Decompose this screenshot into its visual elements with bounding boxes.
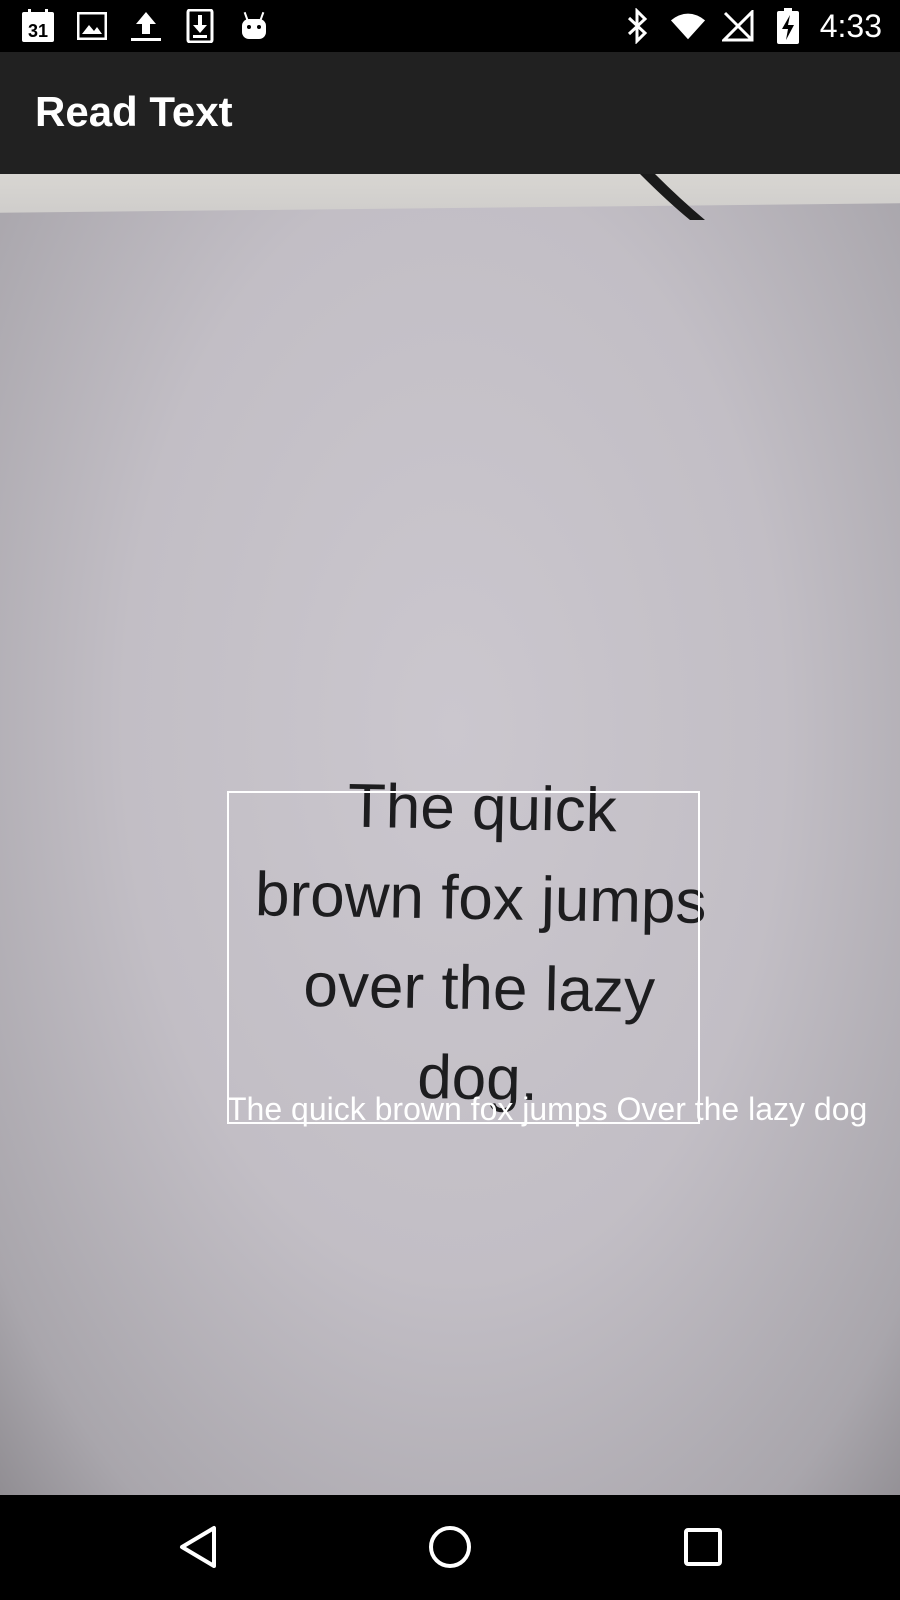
no-signal-icon	[720, 8, 756, 44]
notification-icons: 31	[20, 8, 272, 44]
camera-preview[interactable]: The quick brown fox jumps over the lazy …	[0, 174, 900, 1495]
download-icon	[182, 8, 218, 44]
page-title: Read Text	[35, 88, 233, 135]
calendar-icon: 31	[20, 8, 56, 44]
svg-text:31: 31	[28, 21, 48, 41]
status-bar: 31 4:33	[0, 0, 900, 52]
android-icon	[236, 8, 272, 44]
back-icon[interactable]	[168, 1517, 228, 1577]
bluetooth-icon	[620, 8, 656, 44]
clock-time: 4:33	[819, 8, 882, 44]
recents-icon[interactable]	[673, 1517, 733, 1577]
battery-charging-icon	[770, 8, 806, 44]
ocr-result-text: The quick brown fox jumps Over the lazy …	[227, 1091, 868, 1127]
system-icons: 4:33	[620, 6, 882, 46]
upload-icon	[128, 8, 164, 44]
home-icon[interactable]	[420, 1517, 480, 1577]
navigation-bar	[0, 1495, 900, 1600]
text-detection-box[interactable]	[227, 791, 700, 1124]
wifi-icon	[670, 8, 706, 44]
cable-shape	[640, 174, 705, 220]
image-icon	[74, 8, 110, 44]
app-bar: Read Text	[0, 52, 900, 174]
